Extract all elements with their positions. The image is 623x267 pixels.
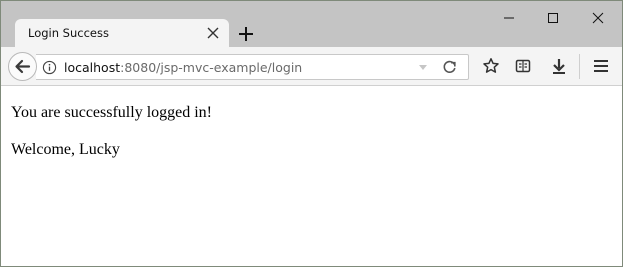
hamburger-menu-icon[interactable] (592, 57, 610, 75)
address-bar[interactable]: localhost:8080/jsp-mvc-example/login (36, 54, 469, 80)
url-text[interactable]: localhost:8080/jsp-mvc-example/login (64, 60, 302, 75)
welcome-message: Welcome, Lucky (11, 141, 120, 158)
maximize-icon[interactable] (545, 10, 561, 26)
close-window-icon[interactable] (590, 10, 606, 26)
url-host: localhost (64, 60, 121, 75)
tab-login-success[interactable]: Login Success (15, 19, 229, 47)
star-icon[interactable] (482, 57, 500, 75)
back-arrow-icon (15, 59, 31, 74)
new-tab-icon[interactable] (237, 25, 255, 43)
close-tab-icon[interactable] (205, 25, 221, 41)
minimize-icon[interactable] (501, 10, 517, 26)
browser-window: Login Success localhost:8080/jsp-mvc-exa… (0, 0, 623, 267)
success-message: You are successfully logged in! (11, 104, 213, 121)
reader-view-icon[interactable] (514, 57, 532, 75)
url-path: :8080/jsp-mvc-example/login (120, 60, 303, 75)
url-dropdown-icon[interactable] (417, 63, 429, 73)
download-icon[interactable] (550, 57, 568, 75)
info-icon[interactable] (42, 60, 57, 75)
reload-icon[interactable] (441, 59, 458, 76)
tab-title: Login Success (28, 26, 109, 40)
title-bar: Login Success (1, 1, 622, 47)
page-content: You are successfully logged in! Welcome,… (11, 103, 612, 177)
back-button[interactable] (8, 52, 37, 81)
toolbar-divider (579, 54, 580, 79)
navigation-toolbar: localhost:8080/jsp-mvc-example/login (1, 47, 622, 86)
